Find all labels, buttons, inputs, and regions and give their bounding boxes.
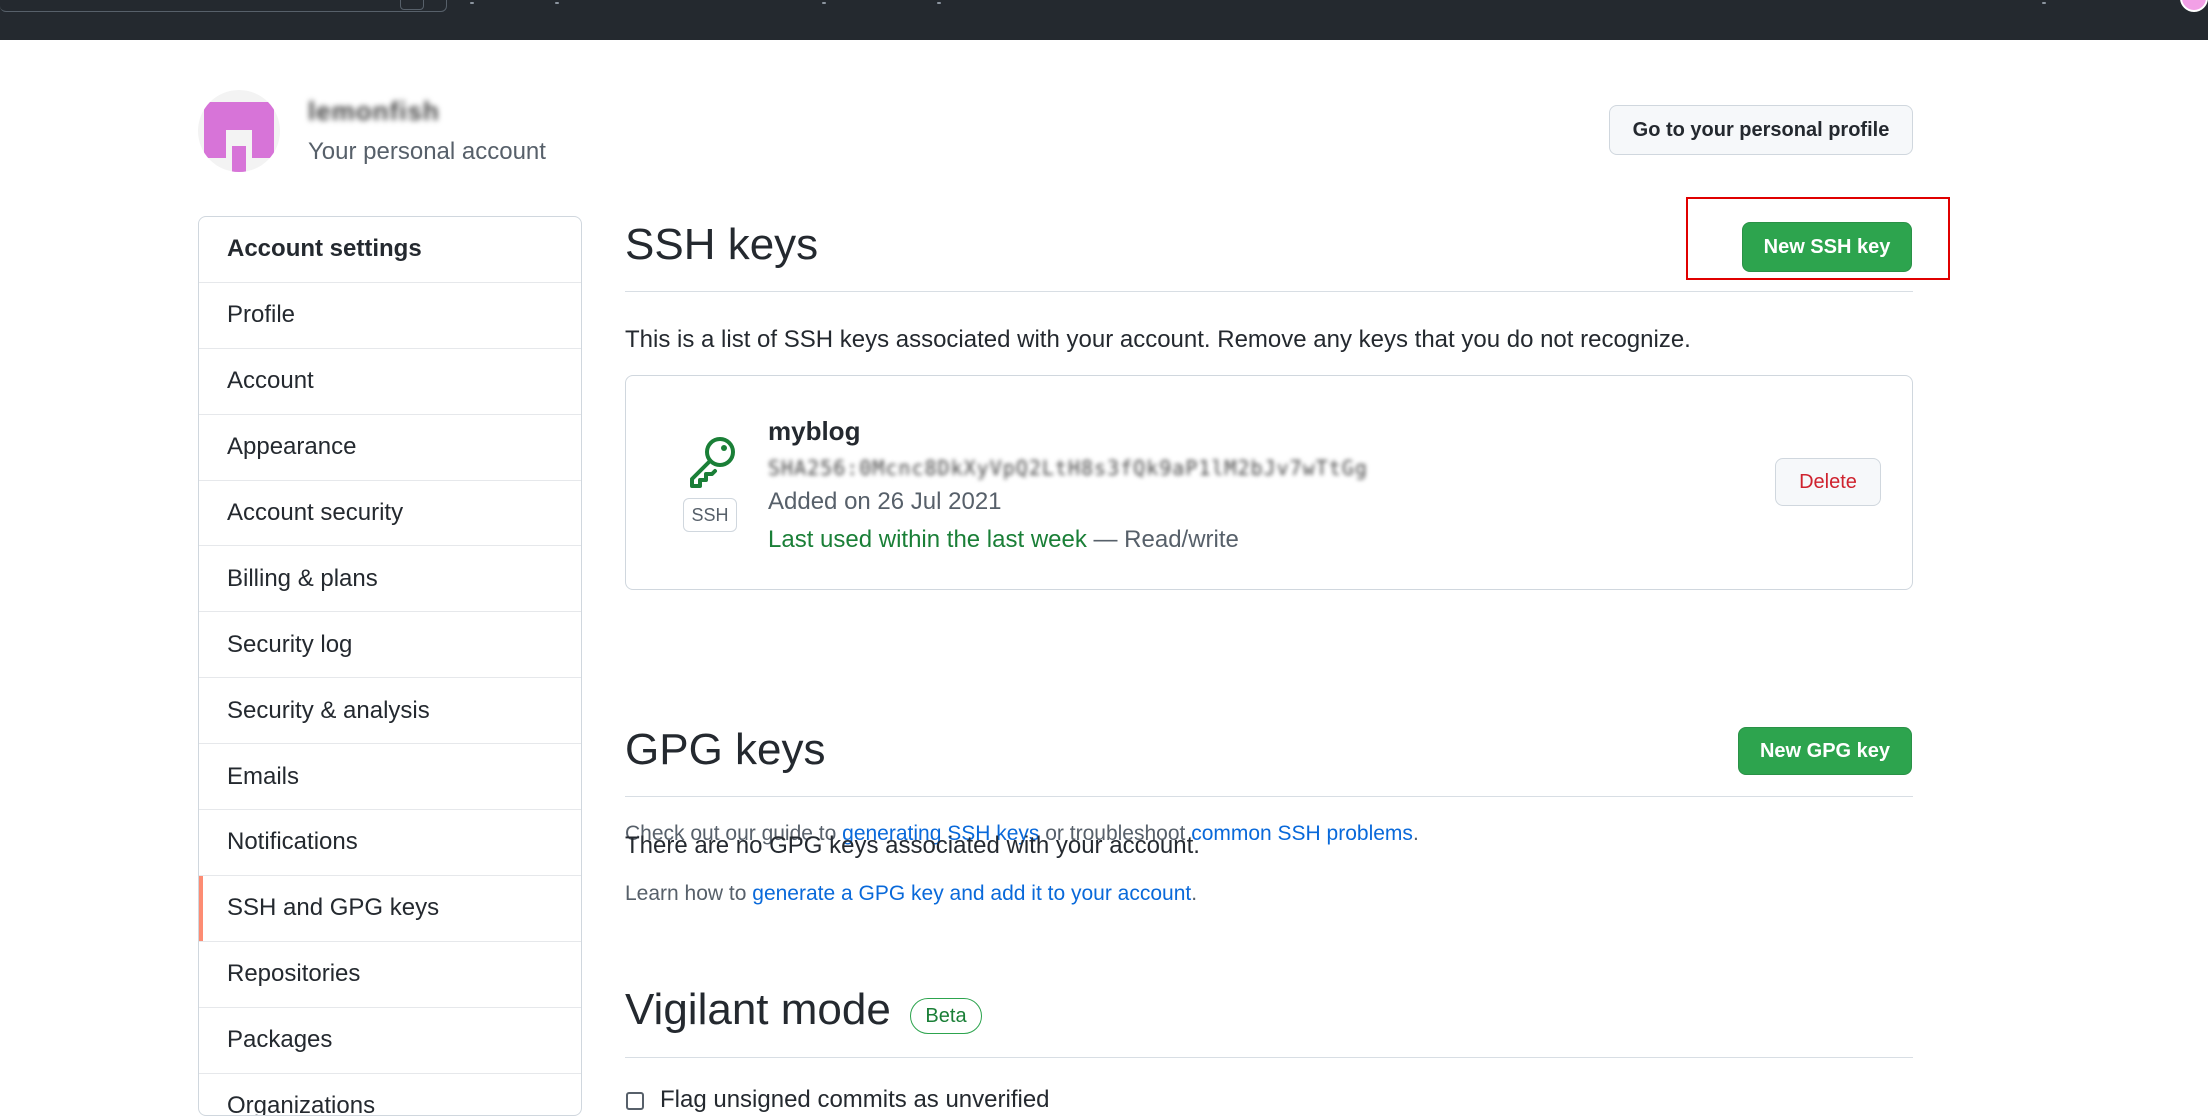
ssh-key-title: myblog bbox=[768, 416, 861, 446]
search-shortcut-hint bbox=[400, 0, 424, 10]
nav-link-issues[interactable] bbox=[555, 2, 559, 4]
annotation-highlight-box bbox=[1686, 197, 1950, 280]
sidebar-item-account-security[interactable]: Account security bbox=[199, 481, 581, 547]
sidebar-item-billing[interactable]: Billing & plans bbox=[199, 546, 581, 613]
search-input[interactable] bbox=[0, 0, 447, 12]
gpg-section-divider bbox=[625, 796, 1913, 797]
nav-link-pull-requests[interactable] bbox=[470, 2, 474, 4]
sidebar-item-account[interactable]: Account bbox=[199, 349, 581, 415]
common-ssh-problems-link[interactable]: common SSH problems bbox=[1191, 822, 1413, 845]
ssh-key-fingerprint: SHA256:0Mcnc8DkXyVpQ2LtH8s3fQk9aP1lM2bJv… bbox=[768, 456, 1368, 480]
account-name[interactable]: lemonfish bbox=[308, 96, 440, 127]
delete-ssh-key-button[interactable]: Delete bbox=[1775, 458, 1881, 506]
sidebar-item-appearance[interactable]: Appearance bbox=[199, 415, 581, 481]
top-navigation-bar bbox=[0, 0, 2208, 40]
sidebar-item-repositories[interactable]: Repositories bbox=[199, 942, 581, 1008]
nav-link-explore[interactable] bbox=[937, 2, 941, 4]
sidebar-item-ssh-gpg-keys[interactable]: SSH and GPG keys bbox=[199, 875, 581, 942]
vigilant-section-divider bbox=[625, 1057, 1913, 1058]
sidebar-item-packages[interactable]: Packages bbox=[199, 1008, 581, 1074]
sidebar-item-emails[interactable]: Emails bbox=[199, 744, 581, 811]
new-gpg-key-button[interactable]: New GPG key bbox=[1738, 727, 1912, 775]
generate-gpg-key-link[interactable]: generate a GPG key and add it to your ac… bbox=[752, 882, 1191, 905]
avatar[interactable] bbox=[198, 90, 280, 172]
ssh-section-divider bbox=[625, 291, 1913, 292]
sidebar-item-security-analysis[interactable]: Security & analysis bbox=[199, 678, 581, 745]
gpg-empty-message: There are no GPG keys associated with yo… bbox=[625, 832, 1200, 859]
sidebar-item-organizations[interactable]: Organizations bbox=[199, 1074, 581, 1115]
ssh-key-access: — Read/write bbox=[1086, 526, 1239, 553]
ssh-badge: SSH bbox=[683, 498, 737, 532]
vigilant-mode-title: Vigilant mode bbox=[625, 985, 891, 1034]
user-menu-avatar[interactable] bbox=[2180, 0, 2208, 12]
ssh-keys-title: SSH keys bbox=[625, 220, 819, 269]
sidebar-item-profile[interactable]: Profile bbox=[199, 283, 581, 349]
key-icon bbox=[690, 437, 735, 488]
account-subtitle: Your personal account bbox=[308, 138, 546, 165]
nav-link-marketplace[interactable] bbox=[822, 2, 826, 4]
gpg-learn-prefix: Learn how to bbox=[625, 882, 753, 905]
ssh-key-added-date: Added on 26 Jul 2021 bbox=[768, 488, 1002, 515]
go-to-profile-button[interactable]: Go to your personal profile bbox=[1609, 105, 1913, 155]
sidebar-header-account-settings: Account settings bbox=[199, 217, 581, 283]
ssh-key-usage: Last used within the last week — Read/wr… bbox=[768, 526, 1239, 554]
ssh-description: This is a list of SSH keys associated wi… bbox=[625, 326, 1691, 353]
gpg-learn-suffix: . bbox=[1191, 882, 1198, 905]
sidebar-item-security-log[interactable]: Security log bbox=[199, 612, 581, 679]
vigilant-mode-checkbox[interactable] bbox=[626, 1092, 644, 1110]
ssh-key-last-used: Last used within the last week bbox=[768, 526, 1087, 553]
ssh-guide-suffix: . bbox=[1412, 822, 1419, 845]
beta-badge: Beta bbox=[910, 998, 982, 1034]
gpg-keys-title: GPG keys bbox=[625, 725, 826, 774]
vigilant-mode-checkbox-label[interactable]: Flag unsigned commits as unverified bbox=[660, 1086, 1050, 1114]
notifications-icon[interactable] bbox=[2042, 2, 2046, 4]
settings-sidebar: Account settings Profile Account Appeara… bbox=[198, 216, 582, 1116]
sidebar-item-notifications[interactable]: Notifications bbox=[199, 810, 581, 876]
ssh-key-card: SSH myblog SHA256:0Mcnc8DkXyVpQ2LtH8s3fQ… bbox=[625, 375, 1913, 590]
gpg-learn-text: Learn how to generate a GPG key and add … bbox=[625, 882, 1197, 906]
